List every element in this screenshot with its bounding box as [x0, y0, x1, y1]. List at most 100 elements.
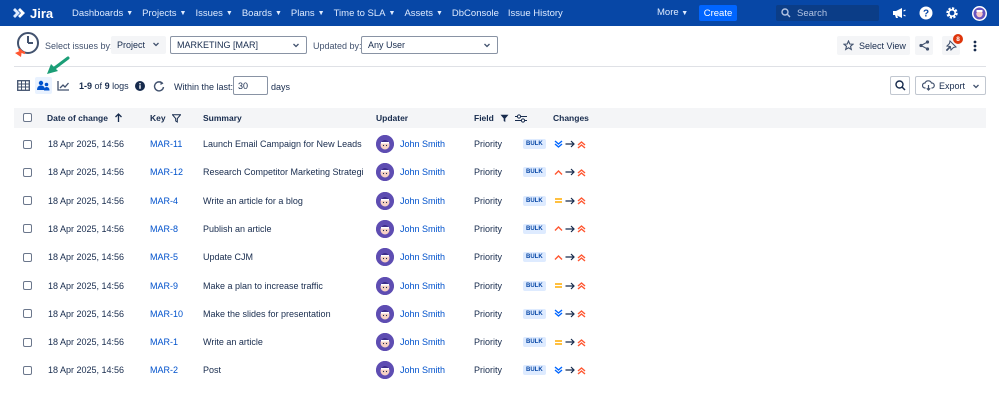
updater-cell[interactable]: John Smith [376, 187, 445, 215]
issue-key-link[interactable]: MAR-4 [150, 187, 178, 215]
select-view-button[interactable]: Select View [837, 36, 910, 55]
table-row[interactable]: 18 Apr 2025, 14:56 MAR-10 Make the slides … [14, 300, 986, 328]
project-select[interactable]: MARKETING [MAR] [170, 36, 307, 54]
updater-name[interactable]: John Smith [400, 139, 445, 149]
export-button[interactable]: Export [915, 76, 986, 95]
priority-medium-icon [555, 339, 562, 345]
updater-cell[interactable]: John Smith [376, 130, 445, 158]
issue-key-link[interactable]: MAR-11 [150, 130, 182, 158]
updater-name[interactable]: John Smith [400, 337, 445, 347]
search-button[interactable] [890, 76, 910, 95]
issue-key-link[interactable]: MAR-5 [150, 243, 178, 271]
updater-column-header[interactable]: Updater [376, 113, 408, 123]
changes-column-header[interactable]: Changes [553, 113, 589, 123]
issue-key-link[interactable]: MAR-9 [150, 272, 178, 300]
table-row[interactable]: 18 Apr 2025, 14:56 MAR-12 Research Competi… [14, 158, 986, 186]
date-column-header[interactable]: Date of change [47, 113, 123, 123]
summary-column-header[interactable]: Summary [203, 113, 242, 123]
updater-name[interactable]: John Smith [400, 365, 445, 375]
updater-name[interactable]: John Smith [400, 167, 445, 177]
table-row[interactable]: 18 Apr 2025, 14:56 MAR-2 Post John Smith Pri… [14, 356, 986, 384]
nav-item[interactable]: DbConsole [452, 8, 499, 19]
row-checkbox[interactable] [23, 328, 32, 356]
key-column-header[interactable]: Key [150, 113, 181, 123]
row-checkbox[interactable] [23, 356, 32, 384]
arrow-right-icon [565, 310, 575, 318]
chevron-down-icon: ▼ [388, 9, 396, 17]
chart-view-button[interactable] [55, 77, 72, 94]
days-input[interactable]: 30 [233, 76, 268, 95]
field-column-header[interactable]: Field [474, 113, 527, 123]
updater-cell[interactable]: John Smith [376, 158, 445, 186]
more-actions-button[interactable] [966, 36, 984, 55]
updater-name[interactable]: John Smith [400, 309, 445, 319]
table-row[interactable]: 18 Apr 2025, 14:56 MAR-9 Make a plan to in… [14, 272, 986, 300]
row-checkbox[interactable] [23, 187, 32, 215]
field-header-label: Field [474, 113, 494, 123]
table-row[interactable]: 18 Apr 2025, 14:56 MAR-4 Write an article … [14, 187, 986, 215]
date-cell: 18 Apr 2025, 14:56 [48, 365, 125, 376]
settings-gear-icon[interactable] [944, 5, 960, 21]
updater-cell[interactable]: John Smith [376, 272, 445, 300]
more-menu[interactable]: More ▼ [657, 7, 688, 18]
table-row[interactable]: 18 Apr 2025, 14:56 MAR-5 Update CJM John Sm… [14, 243, 986, 271]
issue-key-link[interactable]: MAR-8 [150, 215, 178, 243]
nav-item[interactable]: Boards ▼ [242, 8, 282, 19]
nav-item-label: Issues [195, 7, 223, 19]
megaphone-icon[interactable] [891, 5, 907, 21]
row-checkbox[interactable] [23, 130, 32, 158]
updater-name[interactable]: John Smith [400, 196, 445, 206]
bulk-badge-cell: BULK [523, 187, 546, 215]
select-type-value: Project [117, 40, 146, 50]
row-checkbox[interactable] [23, 272, 32, 300]
search-input[interactable]: Search [776, 5, 879, 21]
priority-high-icon [554, 254, 563, 260]
nav-item[interactable]: Issues ▼ [195, 8, 232, 19]
updater-cell[interactable]: John Smith [376, 215, 445, 243]
table-row[interactable]: 18 Apr 2025, 14:56 MAR-8 Publish an articl… [14, 215, 986, 243]
nav-item[interactable]: Plans ▼ [291, 8, 325, 19]
updater-name[interactable]: John Smith [400, 252, 445, 262]
issue-key-link[interactable]: MAR-12 [150, 158, 183, 186]
issue-key-link[interactable]: MAR-2 [150, 356, 178, 384]
user-avatar-icon[interactable] [971, 5, 987, 21]
nav-item[interactable]: Projects ▼ [142, 8, 186, 19]
nav-item[interactable]: Time to SLA ▼ [334, 8, 396, 19]
updater-cell[interactable]: John Smith [376, 300, 445, 328]
row-checkbox[interactable] [23, 215, 32, 243]
table-row[interactable]: 18 Apr 2025, 14:56 MAR-11 Launch Email Cam… [14, 130, 986, 158]
issue-key-link[interactable]: MAR-1 [150, 328, 178, 356]
refresh-icon[interactable] [153, 80, 165, 92]
jira-logo[interactable]: Jira [12, 6, 62, 21]
arrow-right-icon [565, 168, 575, 176]
table-view-button[interactable] [15, 77, 32, 94]
search-icon [781, 8, 791, 18]
history-clock-icon [15, 32, 39, 57]
avatar [376, 248, 394, 267]
nav-item[interactable]: Dashboards ▼ [72, 8, 133, 19]
issue-key-link[interactable]: MAR-10 [150, 300, 183, 328]
select-type-dropdown[interactable]: Project [111, 36, 166, 54]
table-row[interactable]: 18 Apr 2025, 14:56 MAR-1 Write an article J… [14, 328, 986, 356]
updater-name[interactable]: John Smith [400, 224, 445, 234]
row-checkbox[interactable] [23, 243, 32, 271]
updated-by-select[interactable]: Any User [361, 36, 498, 54]
updater-cell[interactable]: John Smith [376, 243, 445, 271]
days-unit-label: days [271, 82, 291, 92]
date-cell: 18 Apr 2025, 14:56 [48, 223, 125, 234]
info-icon[interactable] [135, 81, 145, 91]
share-button[interactable] [915, 36, 933, 55]
updater-name[interactable]: John Smith [400, 281, 445, 291]
updater-cell[interactable]: John Smith [376, 356, 445, 384]
nav-item[interactable]: Issue History [508, 8, 563, 19]
help-icon[interactable]: ? [918, 5, 934, 21]
row-checkbox[interactable] [23, 300, 32, 328]
field-cell: Priority [474, 139, 503, 149]
create-button[interactable]: Create [699, 5, 737, 21]
group-by-user-button[interactable] [35, 77, 52, 94]
row-checkbox[interactable] [23, 158, 32, 186]
select-all-checkbox[interactable] [23, 113, 32, 122]
nav-item[interactable]: Assets ▼ [404, 8, 442, 19]
updater-cell[interactable]: John Smith [376, 328, 445, 356]
summary-cell: Make the slides for presentation [203, 308, 331, 319]
